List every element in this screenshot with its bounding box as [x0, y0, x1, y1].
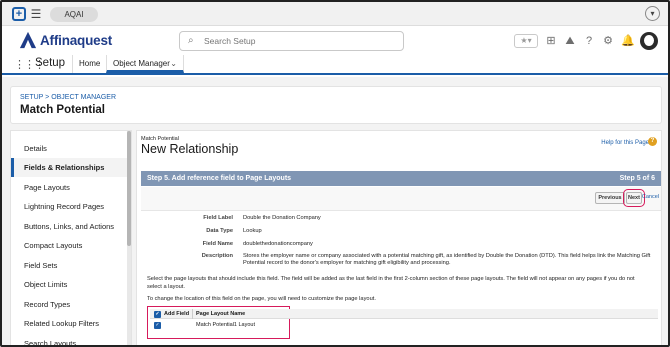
app-window: + ☰ AQAI ▾ Affinaquest ⌕ ★▾ ⊞ ⛰ ? ⚙ 🔔 ⋮⋮… — [0, 0, 670, 347]
avatar[interactable] — [640, 32, 658, 50]
page-title: Match Potential — [20, 104, 105, 116]
global-header: Affinaquest ⌕ ★▾ ⊞ ⛰ ? ⚙ 🔔 — [2, 26, 668, 55]
affinaquest-logo-icon — [19, 31, 37, 49]
bell-icon[interactable]: 🔔 — [621, 34, 635, 48]
add-icon[interactable]: ⊞ — [545, 34, 557, 48]
field-label: Field Name — [202, 241, 233, 247]
field-label: Description — [201, 253, 233, 259]
sidebar-item-object-limits[interactable]: Object Limits — [11, 275, 129, 294]
sidebar-item-fields-relationships[interactable]: Fields & Relationships — [11, 158, 129, 177]
top-bar: + ☰ AQAI ▾ — [2, 2, 668, 26]
field-label: Field Label — [203, 215, 233, 221]
object-sidebar: Details Fields & Relationships Page Layo… — [10, 130, 132, 345]
sidebar-item-page-layouts[interactable]: Page Layouts — [11, 178, 129, 197]
field-value: Double the Donation Company — [243, 215, 321, 221]
sidebar-item-related-lookup-filters[interactable]: Related Lookup Filters — [11, 314, 129, 333]
field-value: Stores the employer name or company asso… — [243, 253, 651, 266]
plus-icon[interactable]: + — [12, 7, 26, 21]
instruction-text: Select the page layouts that should incl… — [147, 276, 635, 290]
step-count: Step 5 of 6 — [619, 175, 655, 182]
favorites-icon[interactable]: ★▾ — [514, 34, 538, 48]
column-header-add-field: Add Field — [164, 311, 190, 317]
gear-icon[interactable]: ⚙ — [602, 34, 614, 48]
field-value: doublethedonationcompany — [243, 241, 313, 247]
column-divider — [192, 309, 193, 319]
search-input[interactable] — [204, 34, 394, 48]
sidebar-item-lightning-record-pages[interactable]: Lightning Record Pages — [11, 197, 129, 216]
table-row: ✓ Match Potential1 Layout — [150, 320, 658, 330]
sidebar-item-compact-layouts[interactable]: Compact Layouts — [11, 236, 129, 255]
profile-dropdown-icon[interactable]: ▾ — [645, 6, 660, 21]
step-bar: Step 5. Add reference field to Page Layo… — [141, 171, 661, 186]
sidebar-item-details[interactable]: Details — [11, 139, 129, 158]
app-nav: ⋮⋮⋮ Setup Home Object Manager ⌄ — [2, 55, 668, 75]
column-header-layout-name: Page Layout Name — [196, 311, 246, 317]
sidebar-item-search-layouts[interactable]: Search Layouts — [11, 334, 129, 345]
field-value: Lookup — [243, 228, 262, 234]
layout-name: Match Potential1 Layout — [196, 322, 256, 328]
field-label: Data Type — [206, 228, 233, 234]
add-field-checkbox[interactable]: ✓ — [154, 322, 161, 329]
step-title: Step 5. Add reference field to Page Layo… — [147, 175, 292, 182]
app-name: Setup — [35, 57, 66, 69]
tab-home[interactable]: Home — [72, 55, 106, 73]
help-circle-icon[interactable]: ? — [648, 137, 657, 146]
page-header-card: SETUP > OBJECT MANAGER Match Potential — [10, 86, 662, 124]
header-icons: ★▾ ⊞ ⛰ ? ⚙ 🔔 — [514, 32, 658, 50]
sidebar-item-buttons-links-actions[interactable]: Buttons, Links, and Actions — [11, 217, 129, 236]
search-icon: ⌕ — [188, 35, 194, 46]
help-link[interactable]: Help for this Page — [601, 140, 649, 146]
tab-object-manager[interactable]: Object Manager ⌄ — [106, 55, 184, 73]
next-button[interactable]: Next — [623, 189, 645, 207]
previous-button[interactable]: Previous — [595, 192, 625, 204]
page-heading: New Relationship — [141, 142, 239, 156]
sidebar-item-field-sets[interactable]: Field Sets — [11, 256, 129, 275]
search-box[interactable]: ⌕ — [179, 31, 404, 51]
aqai-pill[interactable]: AQAI — [50, 7, 98, 22]
chevron-down-icon[interactable]: ⌄ — [170, 55, 177, 73]
sidebar-scrollbar[interactable] — [127, 131, 131, 345]
brand-logo[interactable]: Affinaquest — [19, 31, 112, 49]
trailhead-icon[interactable]: ⛰ — [564, 34, 576, 48]
brand-name: Affinaquest — [40, 32, 113, 48]
table-header: ✓ Add Field Page Layout Name — [150, 309, 658, 319]
main-content: Match Potential New Relationship Help fo… — [136, 130, 662, 345]
help-icon[interactable]: ? — [583, 34, 595, 48]
menu-icon[interactable]: ☰ — [29, 7, 43, 21]
tab-object-manager-label: Object Manager — [113, 59, 170, 68]
select-all-checkbox[interactable]: ✓ — [154, 311, 161, 318]
button-row: Previous Next Cancel — [141, 187, 661, 211]
breadcrumb[interactable]: SETUP > OBJECT MANAGER — [20, 94, 116, 101]
sidebar-item-record-types[interactable]: Record Types — [11, 295, 129, 314]
instruction-text: To change the location of this field on … — [147, 296, 376, 302]
cancel-link[interactable]: Cancel — [642, 194, 659, 200]
scrollbar-thumb[interactable] — [127, 131, 131, 246]
page-layout-table: ✓ Add Field Page Layout Name ✓ Match Pot… — [147, 306, 658, 339]
